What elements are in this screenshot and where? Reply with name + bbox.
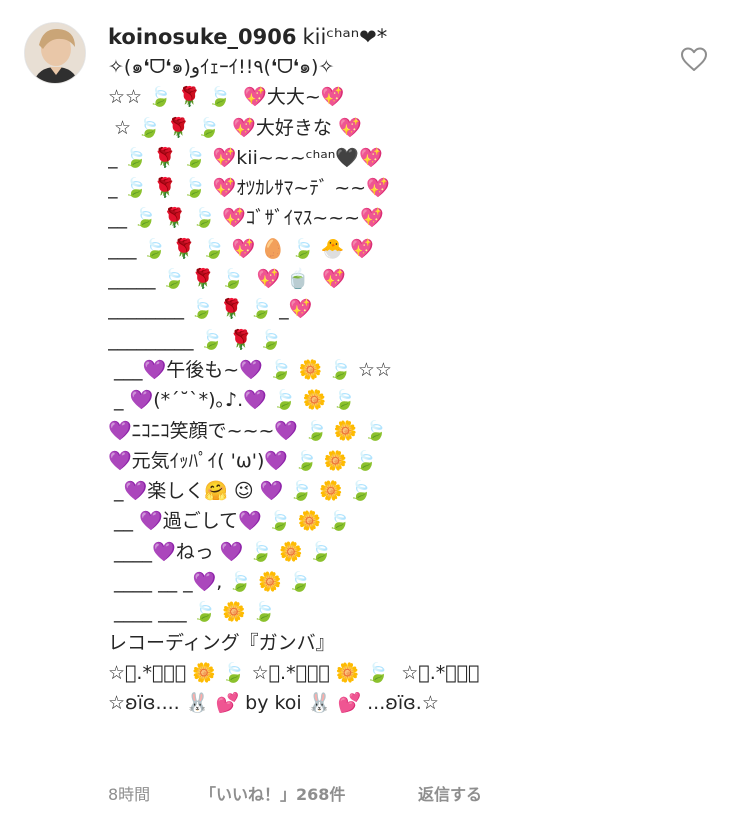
comment-line: _ 🍃 🌹 🍃 💖kii~~~ᶜʰᵃⁿ🖤💖 (108, 146, 383, 169)
heart-outline-icon (681, 47, 707, 71)
comment-line: ____ ___ 🍃 🌼 🍃 (108, 601, 276, 624)
comment-line: ________ 🍃 🌹 🍃 _💖 (108, 298, 313, 321)
comment-line: ___ 🍃 🌹 🍃 💖 🥚 🍃 🐣 💖 (108, 237, 375, 260)
comment-line: _💜楽しく🤗 😉 💜 🍃 🌼 🍃 (108, 480, 373, 503)
reply-button[interactable]: 返信する (418, 783, 482, 807)
comment-body: koinosuke_0906 kiiᶜʰᵃⁿ❤* ✧(๑❛ᗜ❛๑)ﻭｲｪｰｲ!!٩… (108, 22, 668, 719)
comment-line: ☆☆ 🍃 🌹 🍃 💖大大~💖 (108, 86, 345, 109)
comment-line: ☆ 🍃 🌹 🍃 💖大好きな 💖 (108, 116, 362, 139)
comment-line: _________ 🍃 🌹 🍃 (108, 328, 283, 351)
comment-line: _____ 🍃 🌹 🍃 💖 🍵 💖 (108, 268, 346, 291)
comment-line: ☆ʚïɞ.... 🐰 💕 by koi 🐰 💕 ...ʚïɞ.☆ (108, 692, 439, 715)
comment-line: 💜ﾆｺﾆｺ笑顔で~~~💜 🍃 🌼 🍃 (108, 419, 388, 442)
comment-timestamp: 8時間 (108, 785, 151, 804)
comment-username[interactable]: koinosuke_0906 (108, 25, 296, 49)
avatar[interactable] (24, 22, 86, 84)
comment-line: _ 🍃 🌹 🍃 💖ｵﾂｶﾚｻﾏ~ﾃﾞ ~~💖 (108, 177, 390, 200)
comment-line: ☆ﾟ.*･｡ﾟ 🌼 🍃 ☆ﾟ.*･｡ﾟ 🌼 🍃 ☆ﾟ.*･｡ﾟ (108, 661, 480, 684)
comment-line: レコーディング『ガンバ』 (108, 631, 335, 654)
comment-line: ✧(๑❛ᗜ❛๑)ﻭｲｪｰｲ!!٩(❛ᗜ❛๑)✧ (108, 56, 335, 78)
comment-header-text: kiiᶜʰᵃⁿ❤* (302, 25, 388, 49)
comment-line: __ 💜過ごして💜 🍃 🌼 🍃 (108, 510, 351, 533)
comment-line: _ 💜(*´˘`*)｡♪.💜 🍃 🌼 🍃 (108, 389, 356, 412)
comment-item: koinosuke_0906 kiiᶜʰᵃⁿ❤* ✧(๑❛ᗜ❛๑)ﻭｲｪｰｲ!!٩… (0, 0, 750, 832)
comment-footer: 8時間 「いいね！」268件 返信する (108, 783, 482, 807)
comment-text: ✧(๑❛ᗜ❛๑)ﻭｲｪｰｲ!!٩(❛ᗜ❛๑)✧ ☆☆ 🍃 🌹 🍃 💖大大~💖 ☆… (108, 52, 668, 719)
comment-header: koinosuke_0906 kiiᶜʰᵃⁿ❤* (108, 22, 668, 52)
avatar-image (25, 23, 85, 83)
comment-line: ____💜ねっ 💜 🍃 🌼 🍃 (108, 540, 333, 563)
comment-line: __ 🍃 🌹 🍃 💖ｺﾞｻﾞｲﾏｽ~~~💖 (108, 207, 384, 230)
like-button[interactable] (680, 46, 708, 72)
likes-count[interactable]: 「いいね！」268件 (200, 783, 418, 807)
comment-line: ____ __ _💜, 🍃 🌼 🍃 (108, 571, 312, 594)
comment-line: ___💜午後も~💜 🍃 🌼 🍃 ☆☆ (108, 358, 392, 381)
comment-line: 💜元気ｲｯﾊﾟｲ( 'ω')💜 🍃 🌼 🍃 (108, 449, 378, 472)
